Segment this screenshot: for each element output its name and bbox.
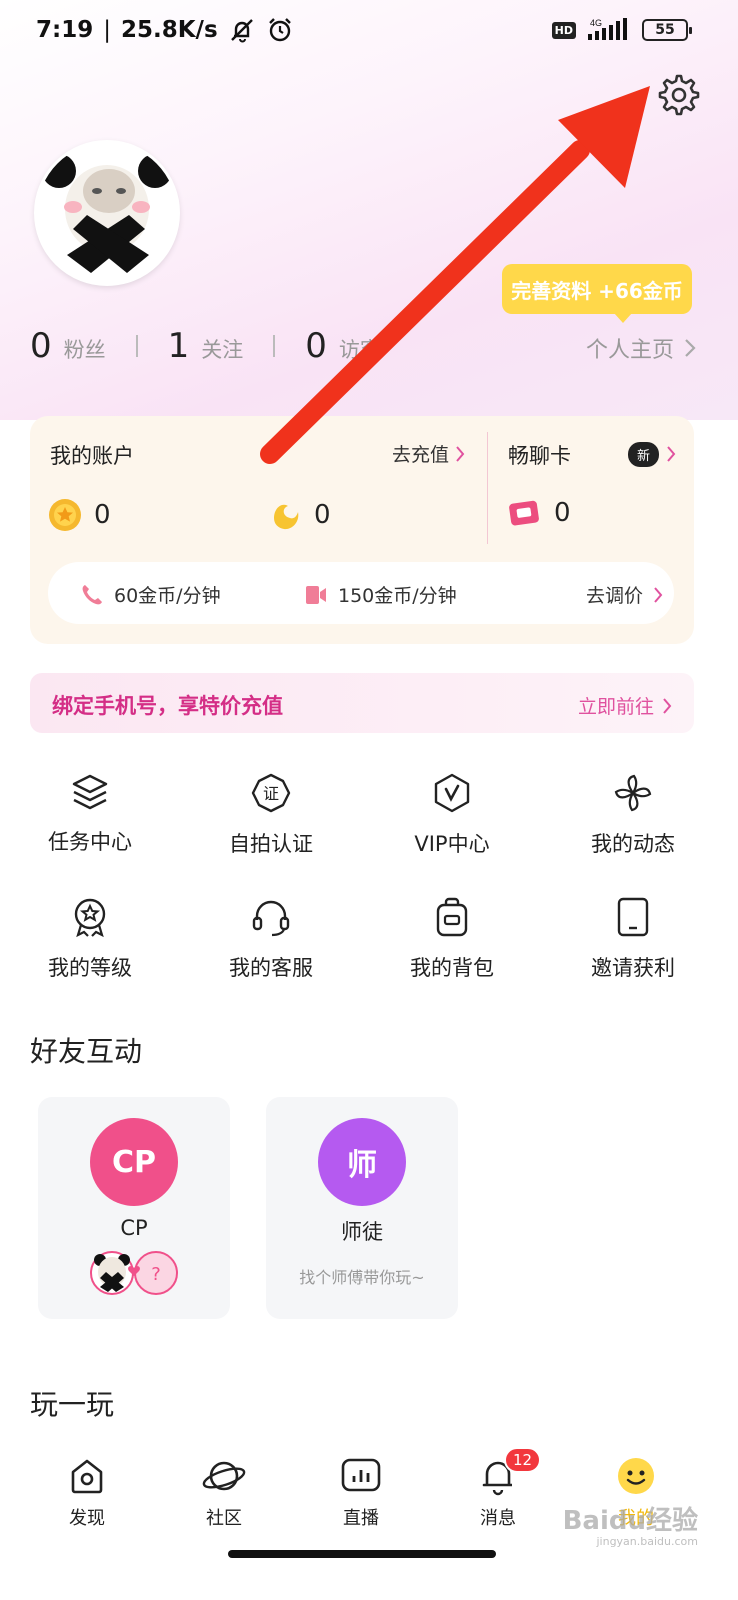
nav-community[interactable]: 社区	[174, 1456, 274, 1530]
status-net-speed: 25.8K/s	[120, 17, 218, 43]
nav-label: 直播	[343, 1508, 379, 1529]
stat-divider	[135, 335, 138, 357]
smiley-icon	[618, 1458, 654, 1494]
stat-following[interactable]: 1 关注	[168, 326, 244, 366]
voice-price-label: 60金币/分钟	[114, 585, 221, 607]
medal-icon	[74, 898, 106, 938]
mentor-subtitle: 找个师傅带你玩~	[299, 1268, 425, 1287]
chevron-right-icon	[654, 586, 663, 603]
friends-section-title: 好友互动	[30, 1035, 143, 1068]
grid-vip-center[interactable]: VIP中心	[392, 772, 512, 858]
pinwheel-icon	[614, 774, 652, 812]
status-bar-left: 7:19 | 25.8K/s	[36, 16, 294, 44]
grid-selfie-verify[interactable]: 证 自拍认证	[211, 772, 331, 858]
panda-meme-avatar-image	[37, 143, 177, 283]
grid-label: 我的背包	[410, 956, 494, 980]
coin-count: 0	[94, 500, 111, 530]
status-bar-right: HD 4G 55	[551, 18, 692, 42]
cp-label: CP	[120, 1216, 148, 1240]
network-type: 4G	[590, 18, 602, 28]
layers-icon	[72, 774, 108, 810]
stat-label: 粉丝	[63, 338, 106, 362]
go-now-link[interactable]: 立即前往	[578, 692, 672, 719]
points-count: 0	[314, 500, 331, 530]
grid-label: 我的等级	[48, 956, 132, 980]
headset-icon	[252, 900, 290, 937]
stat-label: 关注	[201, 338, 244, 362]
signal-icon: 4G	[588, 18, 627, 40]
status-time: 7:19	[36, 17, 94, 43]
points-balance[interactable]: 0	[268, 498, 331, 532]
cp-avatar-pair-icon: ?	[90, 1251, 178, 1295]
video-camera-icon	[306, 585, 326, 604]
account-title: 我的账户	[50, 444, 134, 468]
chevron-right-icon	[663, 697, 672, 714]
cp-circle-icon: CP	[90, 1118, 178, 1206]
hd-icon: HD	[551, 21, 576, 39]
mute-bell-icon	[230, 19, 253, 43]
go-now-label: 立即前往	[577, 696, 654, 718]
svg-text:证: 证	[263, 784, 279, 803]
nav-live[interactable]: 直播	[311, 1456, 411, 1530]
ticket-icon	[509, 500, 539, 526]
coin-balance[interactable]: 0	[48, 498, 111, 532]
tablet-icon	[617, 897, 649, 937]
grid-task-center[interactable]: 任务中心	[30, 772, 150, 856]
bind-phone-text: 绑定手机号，享特价充值	[52, 694, 283, 718]
nav-label: 社区	[206, 1508, 242, 1529]
stat-fans[interactable]: 0 粉丝	[30, 326, 106, 366]
watermark: Baidu经验	[562, 1506, 698, 1536]
live-icon	[341, 1458, 381, 1492]
grid-customer-service[interactable]: 我的客服	[211, 896, 331, 982]
nav-label: 发现	[69, 1508, 105, 1529]
battery-icon: 55	[642, 19, 692, 41]
play-section-title: 玩一玩	[30, 1388, 115, 1421]
backpack-icon	[436, 897, 468, 937]
mentor-label: 师徒	[341, 1220, 383, 1244]
grid-label: 任务中心	[48, 830, 132, 854]
avatar[interactable]	[34, 140, 180, 286]
voice-price: 60金币/分钟	[80, 581, 221, 608]
grid-invite-earn[interactable]: 邀请获利	[573, 896, 693, 982]
planet-icon	[202, 1461, 246, 1491]
certified-badge-icon: 证	[251, 773, 291, 813]
grid-label: VIP中心	[414, 832, 490, 856]
video-price-label: 150金币/分钟	[338, 585, 457, 607]
stat-value: 1	[167, 326, 190, 366]
mentor-circle-icon: 师	[318, 1118, 406, 1206]
grid-my-backpack[interactable]: 我的背包	[392, 896, 512, 982]
grid-label: 我的动态	[591, 832, 675, 856]
alarm-icon	[268, 18, 291, 42]
gold-coin-icon	[49, 499, 81, 531]
vip-icon	[434, 773, 470, 813]
video-price: 150金币/分钟	[304, 581, 457, 608]
cp-question-mark: ?	[151, 1264, 161, 1285]
grid-my-moments[interactable]: 我的动态	[573, 772, 693, 858]
bean-icon	[274, 504, 299, 530]
stat-value: 0	[30, 326, 52, 366]
chat-card-balance[interactable]: 0	[508, 498, 571, 528]
nav-label: 消息	[480, 1508, 516, 1529]
phone-icon	[82, 584, 102, 604]
grid-label: 自拍认证	[229, 832, 313, 856]
adjust-price-label: 去调价	[586, 585, 644, 607]
nav-discover[interactable]: 发现	[37, 1456, 137, 1530]
cp-pair-avatars: ?	[88, 1250, 180, 1296]
discover-icon	[71, 1459, 103, 1494]
grid-label: 我的客服	[229, 956, 313, 980]
annotation-arrow-icon	[260, 86, 650, 464]
chevron-right-icon	[685, 339, 696, 357]
adjust-price-link[interactable]: 去调价	[586, 581, 663, 608]
message-count-badge: 12	[504, 1447, 542, 1473]
chat-card-count: 0	[554, 498, 571, 528]
home-indicator[interactable]	[228, 1550, 496, 1558]
grid-my-level[interactable]: 我的等级	[30, 896, 150, 982]
grid-label: 邀请获利	[591, 956, 675, 980]
watermark-url: jingyan.baidu.com	[596, 1535, 698, 1548]
